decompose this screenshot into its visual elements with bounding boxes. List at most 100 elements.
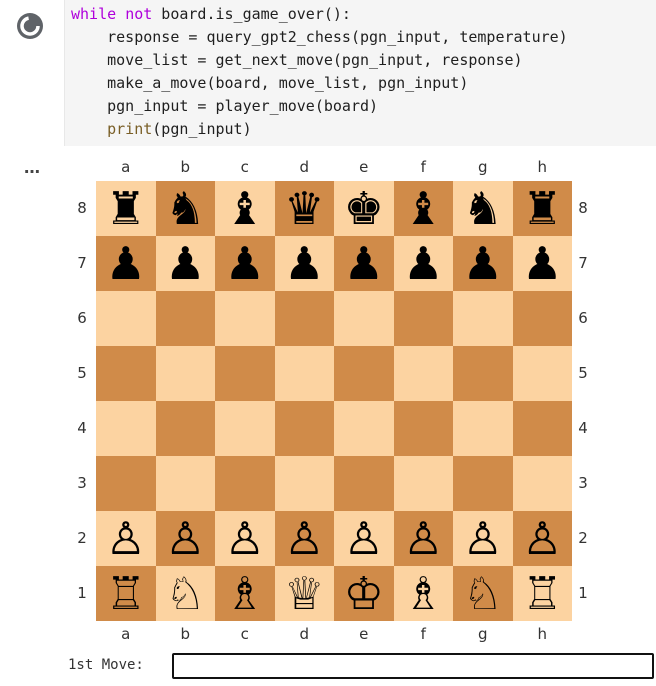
- square-e8[interactable]: ♚: [334, 181, 394, 236]
- square-h1[interactable]: ♖: [512, 566, 572, 621]
- square-d4[interactable]: [274, 401, 334, 456]
- square-c6[interactable]: [215, 291, 275, 346]
- chess-piece[interactable]: ♙: [225, 516, 265, 561]
- square-a6[interactable]: [96, 291, 156, 346]
- square-a2[interactable]: ♙: [96, 511, 156, 566]
- chess-piece[interactable]: ♖: [522, 571, 562, 616]
- chess-piece[interactable]: ♛: [284, 186, 324, 231]
- square-b7[interactable]: ♟: [155, 236, 215, 291]
- square-d1[interactable]: ♕: [274, 566, 334, 621]
- square-d2[interactable]: ♙: [274, 511, 334, 566]
- square-a3[interactable]: [96, 456, 156, 511]
- chess-piece[interactable]: ♟: [344, 241, 384, 286]
- chess-piece[interactable]: ♟: [106, 241, 146, 286]
- chess-piece[interactable]: ♞: [165, 186, 205, 231]
- square-c2[interactable]: ♙: [215, 511, 275, 566]
- chess-piece[interactable]: ♙: [106, 516, 146, 561]
- square-d8[interactable]: ♛: [274, 181, 334, 236]
- square-e7[interactable]: ♟: [334, 236, 394, 291]
- square-c8[interactable]: ♝: [215, 181, 275, 236]
- output-menu-icon[interactable]: …: [24, 158, 41, 177]
- square-c1[interactable]: ♗: [215, 566, 275, 621]
- chess-piece[interactable]: ♙: [284, 516, 324, 561]
- square-f8[interactable]: ♝: [393, 181, 453, 236]
- square-h3[interactable]: [512, 456, 572, 511]
- square-h5[interactable]: [512, 346, 572, 401]
- chess-piece[interactable]: ♙: [344, 516, 384, 561]
- chess-piece[interactable]: ♙: [522, 516, 562, 561]
- chess-piece[interactable]: ♜: [522, 186, 562, 231]
- move-input[interactable]: [172, 653, 654, 679]
- chess-piece[interactable]: ♝: [403, 186, 443, 231]
- square-g1[interactable]: ♘: [453, 566, 513, 621]
- square-a7[interactable]: ♟: [96, 236, 156, 291]
- square-h4[interactable]: [512, 401, 572, 456]
- chess-piece[interactable]: ♜: [106, 186, 146, 231]
- square-a8[interactable]: ♜: [96, 181, 156, 236]
- chess-piece[interactable]: ♘: [165, 571, 205, 616]
- chess-piece[interactable]: ♚: [344, 186, 384, 231]
- square-a5[interactable]: [96, 346, 156, 401]
- square-b3[interactable]: [155, 456, 215, 511]
- square-d7[interactable]: ♟: [274, 236, 334, 291]
- square-c7[interactable]: ♟: [215, 236, 275, 291]
- square-f4[interactable]: [393, 401, 453, 456]
- chess-piece[interactable]: ♟: [403, 241, 443, 286]
- chess-piece[interactable]: ♟: [284, 241, 324, 286]
- square-g5[interactable]: [453, 346, 513, 401]
- square-g6[interactable]: [453, 291, 513, 346]
- square-a1[interactable]: ♖: [96, 566, 156, 621]
- chess-piece[interactable]: ♝: [225, 186, 265, 231]
- square-b6[interactable]: [155, 291, 215, 346]
- square-c3[interactable]: [215, 456, 275, 511]
- square-g2[interactable]: ♙: [453, 511, 513, 566]
- square-f1[interactable]: ♗: [393, 566, 453, 621]
- code-editor[interactable]: while not board.is_game_over(): response…: [64, 0, 656, 146]
- square-b8[interactable]: ♞: [155, 181, 215, 236]
- chess-piece[interactable]: ♟: [463, 241, 503, 286]
- square-e2[interactable]: ♙: [334, 511, 394, 566]
- square-b4[interactable]: [155, 401, 215, 456]
- chess-piece[interactable]: ♔: [344, 571, 384, 616]
- square-g7[interactable]: ♟: [453, 236, 513, 291]
- chess-piece[interactable]: ♗: [225, 571, 265, 616]
- run-cell-button[interactable]: [10, 6, 50, 46]
- square-e5[interactable]: [334, 346, 394, 401]
- chess-piece[interactable]: ♘: [463, 571, 503, 616]
- chess-piece[interactable]: ♞: [463, 186, 503, 231]
- chess-piece[interactable]: ♟: [225, 241, 265, 286]
- square-d5[interactable]: [274, 346, 334, 401]
- square-g3[interactable]: [453, 456, 513, 511]
- square-e1[interactable]: ♔: [334, 566, 394, 621]
- chess-piece[interactable]: ♗: [403, 571, 443, 616]
- chess-piece[interactable]: ♙: [403, 516, 443, 561]
- square-e6[interactable]: [334, 291, 394, 346]
- square-a4[interactable]: [96, 401, 156, 456]
- square-d6[interactable]: [274, 291, 334, 346]
- square-d3[interactable]: [274, 456, 334, 511]
- square-g4[interactable]: [453, 401, 513, 456]
- chess-piece[interactable]: ♙: [165, 516, 205, 561]
- square-e4[interactable]: [334, 401, 394, 456]
- square-b1[interactable]: ♘: [155, 566, 215, 621]
- square-h7[interactable]: ♟: [512, 236, 572, 291]
- square-h6[interactable]: [512, 291, 572, 346]
- square-c5[interactable]: [215, 346, 275, 401]
- chess-board[interactable]: ♜ ♞ ♝ ♛ ♚ ♝ ♞ ♜ ♟ ♟ ♟ ♟ ♟ ♟ ♟ ♟ ♙ ♙ ♙ ♙ ♙ ♙ ♙ ♙ ♖ ♘ ♗ ♕ ♔ ♗ ♘ ♖: [96, 181, 572, 621]
- square-b2[interactable]: ♙: [155, 511, 215, 566]
- square-h2[interactable]: ♙: [512, 511, 572, 566]
- square-f2[interactable]: ♙: [393, 511, 453, 566]
- square-e3[interactable]: [334, 456, 394, 511]
- square-g8[interactable]: ♞: [453, 181, 513, 236]
- square-c4[interactable]: [215, 401, 275, 456]
- square-f3[interactable]: [393, 456, 453, 511]
- chess-piece[interactable]: ♖: [106, 571, 146, 616]
- chess-piece[interactable]: ♙: [463, 516, 503, 561]
- square-f7[interactable]: ♟: [393, 236, 453, 291]
- square-b5[interactable]: [155, 346, 215, 401]
- chess-piece[interactable]: ♟: [522, 241, 562, 286]
- square-f6[interactable]: [393, 291, 453, 346]
- square-h8[interactable]: ♜: [512, 181, 572, 236]
- chess-piece[interactable]: ♕: [284, 571, 324, 616]
- square-f5[interactable]: [393, 346, 453, 401]
